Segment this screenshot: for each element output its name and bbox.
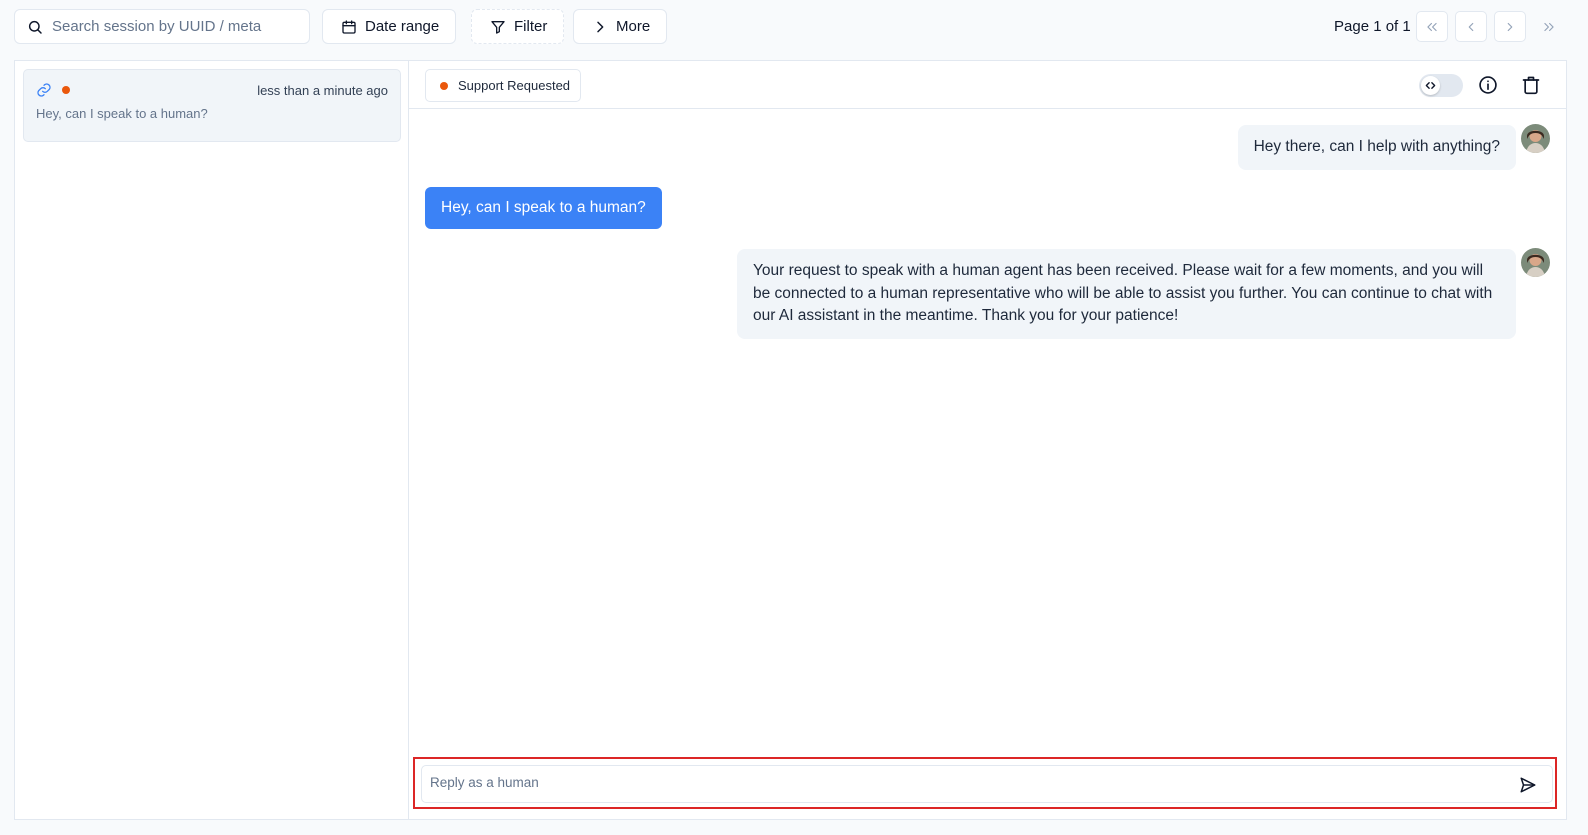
assistant-message: Your request to speak with a human agent… — [737, 249, 1516, 339]
status-badge: Support Requested — [425, 69, 582, 102]
status-dot — [440, 81, 448, 90]
assistant-message: Hey there, can I help with anything? — [1237, 125, 1516, 170]
page-indicator: Page 1 of 1 — [1334, 18, 1411, 35]
last-page-button[interactable] — [1533, 11, 1565, 42]
code-view-toggle[interactable] — [1419, 74, 1463, 97]
status-label: Support Requested — [458, 78, 571, 93]
info-icon[interactable] — [1478, 75, 1498, 95]
session-status-dot — [62, 86, 70, 94]
filter-label: Filter — [514, 18, 548, 35]
code-icon — [1425, 82, 1436, 89]
more-button[interactable]: More — [573, 9, 668, 44]
filter-button[interactable]: Filter — [471, 9, 565, 44]
trash-icon[interactable] — [1521, 75, 1541, 95]
avatar — [1521, 124, 1550, 153]
link-icon[interactable] — [36, 82, 52, 98]
chevron-right-icon — [1507, 22, 1513, 31]
session-item[interactable]: less than a minute ago Hey, can I speak … — [23, 69, 401, 142]
toggle-knob — [1421, 76, 1440, 95]
search-input[interactable] — [52, 18, 292, 35]
date-range-button[interactable]: Date range — [322, 9, 457, 44]
calendar-icon — [342, 19, 356, 34]
more-label: More — [616, 18, 651, 35]
search-box[interactable] — [14, 9, 310, 44]
reply-input[interactable] — [430, 775, 1490, 790]
chevrons-right-icon — [1544, 22, 1554, 31]
user-message: Hey, can I speak to a human? — [425, 187, 662, 229]
date-range-label: Date range — [365, 18, 440, 35]
first-page-button[interactable] — [1416, 11, 1448, 42]
session-list: less than a minute ago Hey, can I speak … — [14, 60, 409, 820]
chevron-left-icon — [1468, 22, 1474, 31]
chevrons-left-icon — [1427, 22, 1437, 31]
session-time: less than a minute ago — [257, 83, 388, 98]
next-page-button[interactable] — [1494, 11, 1526, 42]
conversation-header: Support Requested — [409, 61, 1566, 109]
filter-icon — [491, 20, 505, 34]
conversation-panel: Support Requested Hey there, can I help … — [408, 60, 1567, 820]
session-preview: Hey, can I speak to a human? — [36, 106, 208, 121]
reply-composer[interactable] — [421, 765, 1553, 803]
toolbar: Date range Filter More Page 1 of 1 — [0, 0, 1588, 54]
previous-page-button[interactable] — [1455, 11, 1487, 42]
avatar — [1521, 248, 1550, 277]
search-icon — [28, 20, 42, 34]
send-icon[interactable] — [1519, 776, 1537, 794]
chevron-right-icon — [597, 21, 604, 32]
